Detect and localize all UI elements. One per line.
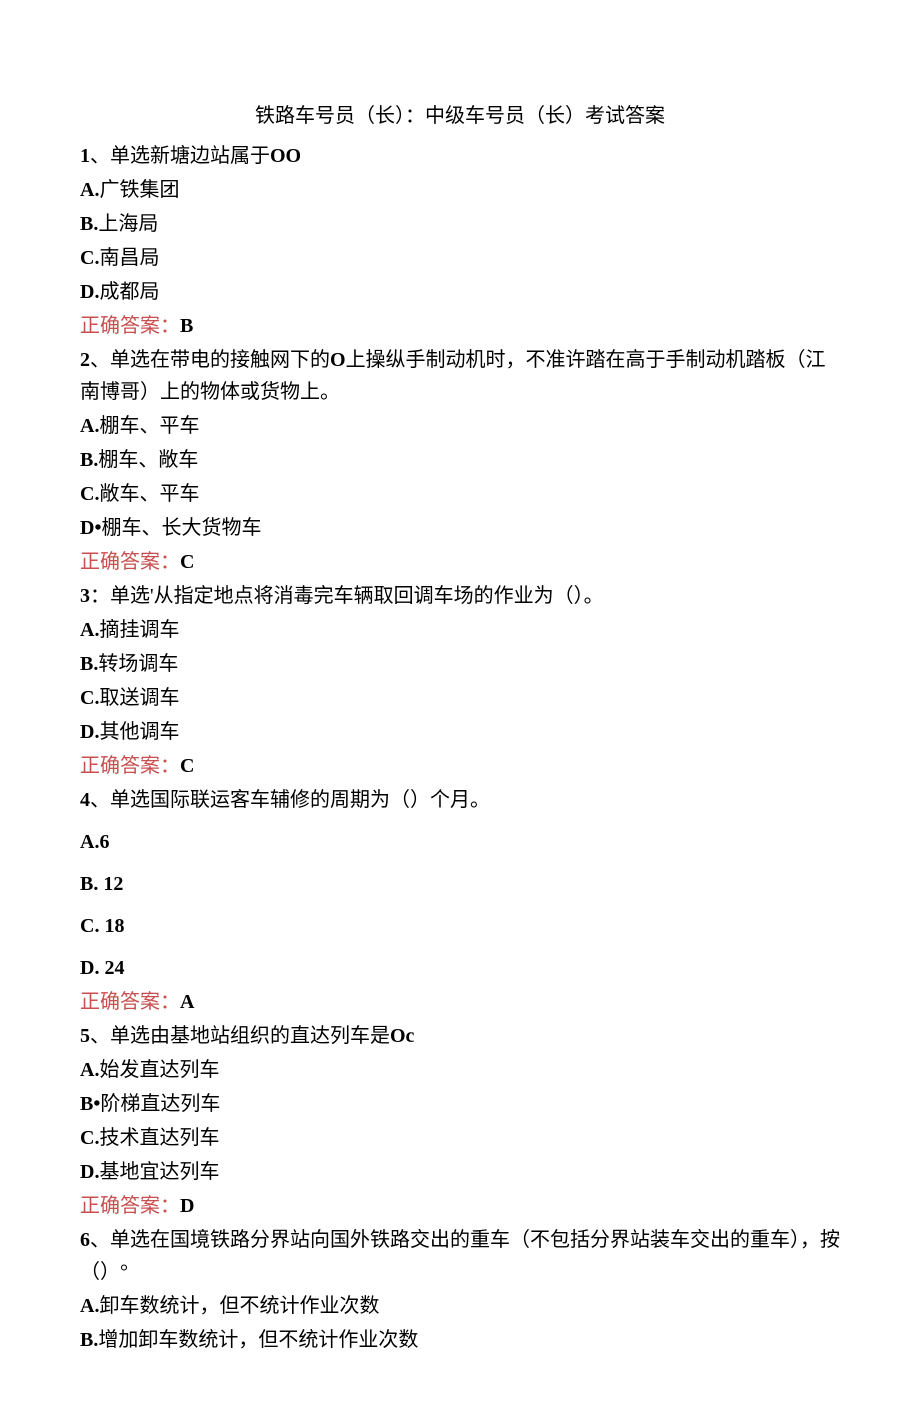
q3-option-b: B.转场调车 (80, 648, 840, 680)
q1-text: 、单选新塘边站属于 (90, 145, 270, 167)
q1-option-a: A.广铁集团 (80, 174, 840, 206)
q5-option-a: A.始发直达列车 (80, 1054, 840, 1086)
q3-text: ：单选'从指定地点将消毒完车辆取回调车场的作业为（）。 (90, 585, 604, 607)
question-2: 2、单选在带电的接触网下的O上操纵手制动机时，不准许踏在高于手制动机踏板（江南博… (80, 344, 840, 408)
q6-option-a: A.卸车数统计，但不统计作业次数 (80, 1290, 840, 1322)
q5-option-c: C.技术直达列车 (80, 1122, 840, 1154)
q5-text: 、单选由基地站组织的直达列车是 (90, 1025, 390, 1047)
q1-answer: 正确答案：B (80, 310, 840, 342)
question-3: 3：单选'从指定地点将消毒完车辆取回调车场的作业为（）。 (80, 580, 840, 612)
q4-option-d: D. 24 (80, 952, 840, 984)
q5-option-b: B•阶梯直达列车 (80, 1088, 840, 1120)
q4-number: 4 (80, 789, 90, 811)
question-6: 6、单选在国境铁路分界站向国外铁路交出的重车（不包括分界站装车交出的重车），按（… (80, 1224, 840, 1288)
q2-option-a: A.棚车、平车 (80, 410, 840, 442)
q1-option-c: C.南昌局 (80, 242, 840, 274)
question-4: 4、单选国际联运客车辅修的周期为（）个月。 (80, 784, 840, 816)
question-1: 1、单选新塘边站属于OO (80, 140, 840, 172)
q3-option-d: D.其他调车 (80, 716, 840, 748)
q4-option-a: A.6 (80, 826, 840, 858)
q2-option-d: D•棚车、长大货物车 (80, 512, 840, 544)
q1-suffix: OO (270, 145, 301, 167)
q1-number: 1 (80, 145, 90, 167)
q1-option-d: D.成都局 (80, 276, 840, 308)
q2-number: 2 (80, 349, 90, 371)
q5-number: 5 (80, 1025, 90, 1047)
q1-option-b: B.上海局 (80, 208, 840, 240)
q4-option-b: B. 12 (80, 868, 840, 900)
q4-option-c: C. 18 (80, 910, 840, 942)
q2-answer: 正确答案：C (80, 546, 840, 578)
q6-option-b: B.增加卸车数统计，但不统计作业次数 (80, 1324, 840, 1356)
q2-option-b: B.棚车、敞车 (80, 444, 840, 476)
question-5: 5、单选由基地站组织的直达列车是Oc (80, 1020, 840, 1052)
q6-number: 6 (80, 1229, 90, 1251)
q2-text1: 、单选在带电的接触网下的 (90, 349, 330, 371)
q4-answer: 正确答案：A (80, 986, 840, 1018)
q3-option-a: A.摘挂调车 (80, 614, 840, 646)
q3-number: 3 (80, 585, 90, 607)
document-title: 铁路车号员（长）：中级车号员（长）考试答案 (80, 100, 840, 132)
q5-answer: 正确答案：D (80, 1190, 840, 1222)
q6-text: 、单选在国境铁路分界站向国外铁路交出的重车（不包括分界站装车交出的重车），按（）… (80, 1229, 840, 1283)
q5-option-d: D.基地宜达列车 (80, 1156, 840, 1188)
q5-suffix: Oc (390, 1025, 414, 1047)
q4-text: 、单选国际联运客车辅修的周期为（）个月。 (90, 789, 490, 811)
q2-option-c: C.敞车、平车 (80, 478, 840, 510)
q3-answer: 正确答案：C (80, 750, 840, 782)
q2-mid: O (330, 349, 346, 371)
q3-option-c: C.取送调车 (80, 682, 840, 714)
